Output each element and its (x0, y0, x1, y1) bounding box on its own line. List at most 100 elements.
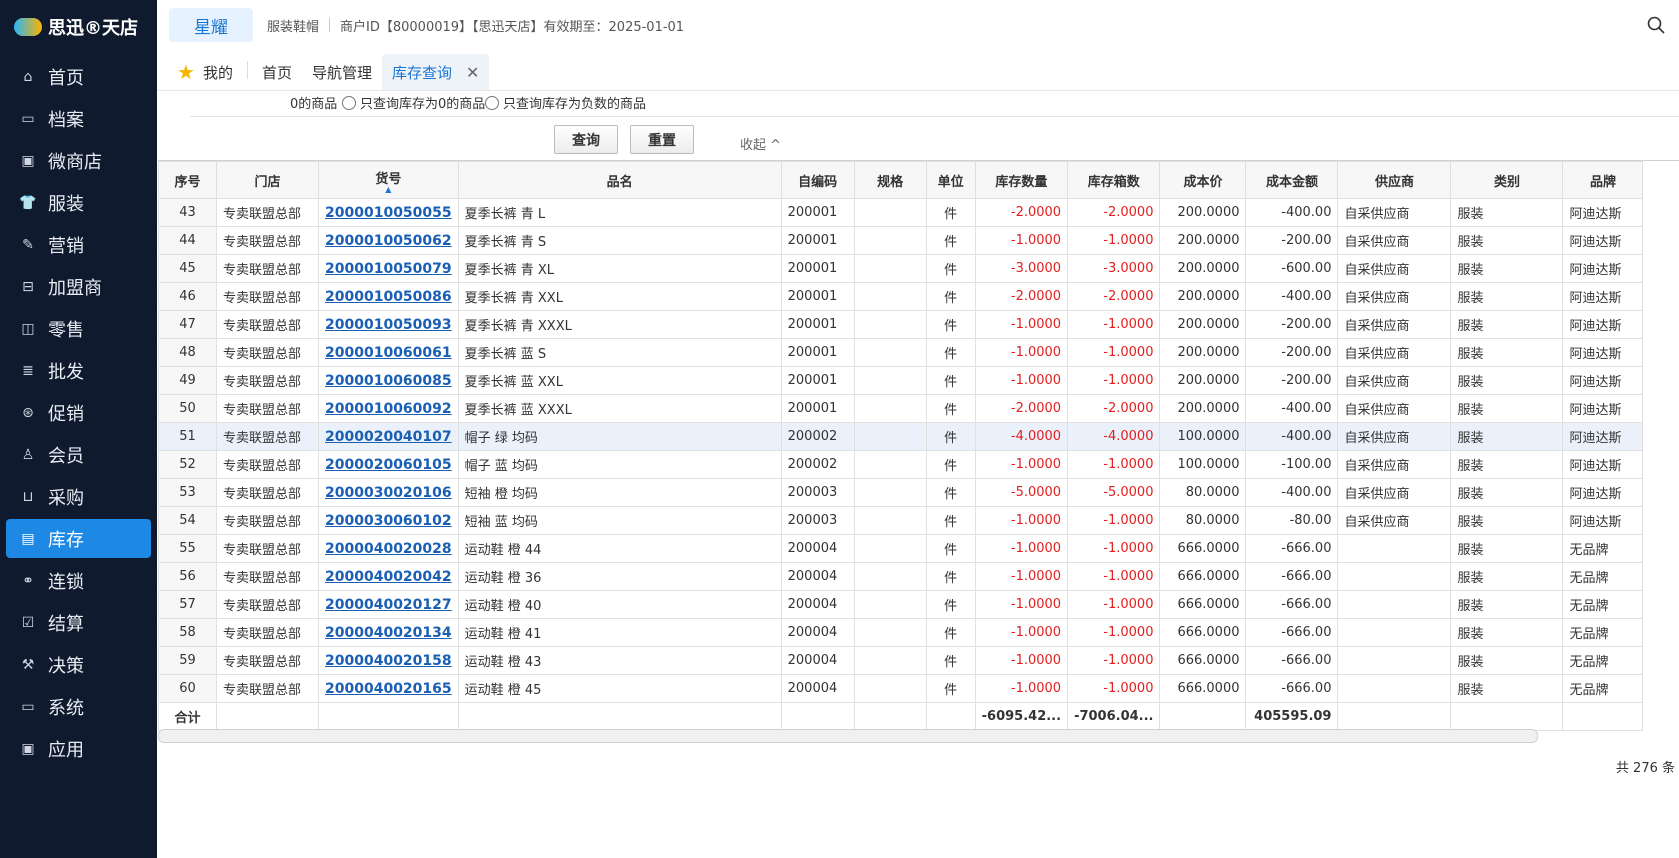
table-cell: -2.0000 (974, 282, 1069, 311)
sidebar-item-12[interactable]: ⚭ 连锁 (6, 561, 151, 600)
table-cell: -1.0000 (1067, 506, 1161, 535)
search-icon[interactable] (1647, 16, 1665, 34)
sidebar-item-16[interactable]: ▣ 应用 (6, 729, 151, 768)
column-header[interactable]: 成本价 (1159, 161, 1247, 199)
query-button[interactable]: 查询 (554, 125, 618, 154)
radio-circle-icon[interactable] (342, 95, 356, 110)
sidebar-item-7[interactable]: ≣ 批发 (6, 351, 151, 390)
column-header[interactable]: 品名 (457, 161, 782, 199)
sort-ascending-icon[interactable]: ▲ (325, 185, 452, 193)
sidebar-item-4[interactable]: ✎ 营销 (6, 225, 151, 264)
item-code-link[interactable]: 2000010050086 (318, 282, 459, 311)
item-code-link[interactable]: 2000010050093 (318, 310, 459, 339)
column-header[interactable]: 库存数量 (974, 161, 1069, 199)
table-row[interactable]: 58 专卖联盟总部 2000040020134 运动鞋 橙 41 200004 件 -1.0… (158, 618, 1644, 647)
table-row[interactable]: 51 专卖联盟总部 2000020040107 帽子 绿 均码 200002 件 -4.00… (158, 422, 1644, 451)
item-code-link[interactable]: 2000010060061 (318, 338, 459, 367)
item-code-link[interactable]: 2000010050055 (318, 198, 459, 227)
table-row[interactable]: 54 专卖联盟总部 2000030060102 短袖 蓝 均码 200003 件 -1.00… (158, 506, 1644, 535)
table-cell: 53 (158, 478, 217, 507)
column-header[interactable]: 品牌 (1562, 161, 1644, 199)
table-row[interactable]: 48 专卖联盟总部 2000010060061 夏季长裤 蓝 S 200001 件 -1.0… (158, 338, 1644, 367)
column-header[interactable]: 库存箱数 (1067, 161, 1161, 199)
column-header[interactable]: 成本金额 (1245, 161, 1339, 199)
item-code-link[interactable]: 2000040020127 (318, 590, 459, 619)
table-row[interactable]: 60 专卖联盟总部 2000040020165 运动鞋 橙 45 200004 件 -1.0… (158, 674, 1644, 703)
table-row[interactable]: 59 专卖联盟总部 2000040020158 运动鞋 橙 43 200004 件 -1.0… (158, 646, 1644, 675)
total-cell: 405595.09 (1245, 702, 1339, 731)
table-cell: -1.0000 (974, 562, 1069, 591)
radio-negative-stock[interactable]: 只查询库存为负数的商品 (485, 93, 646, 112)
column-header[interactable]: 货号 ▲ (318, 161, 459, 199)
sidebar-item-13[interactable]: ☑ 结算 (6, 603, 151, 642)
sidebar-item-15[interactable]: ▭ 系统 (6, 687, 151, 726)
horizontal-scrollbar[interactable] (158, 729, 1538, 743)
table-cell: 服装 (1450, 562, 1564, 591)
table-row[interactable]: 43 专卖联盟总部 2000010050055 夏季长裤 青 L 200001 件 -2.0… (158, 198, 1644, 227)
sidebar-item-9[interactable]: ♙ 会员 (6, 435, 151, 474)
item-code-link[interactable]: 2000040020134 (318, 618, 459, 647)
sidebar-item-label: 营销 (48, 235, 84, 257)
table-row[interactable]: 47 专卖联盟总部 2000010050093 夏季长裤 青 XXXL 200001 件 -… (158, 310, 1644, 339)
table-row[interactable]: 50 专卖联盟总部 2000010060092 夏季长裤 蓝 XXXL 200001 件 -… (158, 394, 1644, 423)
column-header[interactable]: 序号 (158, 161, 217, 199)
table-row[interactable]: 45 专卖联盟总部 2000010050079 夏季长裤 青 XL 200001 件 -3.… (158, 254, 1644, 283)
sidebar-item-10[interactable]: ⊔ 采购 (6, 477, 151, 516)
column-header-label: 库存数量 (995, 174, 1048, 190)
table-row[interactable]: 57 专卖联盟总部 2000040020127 运动鞋 橙 40 200004 件 -1.0… (158, 590, 1644, 619)
sidebar-item-6[interactable]: ◫ 零售 (6, 309, 151, 348)
item-code-link[interactable]: 2000010060085 (318, 366, 459, 395)
table-cell: 专卖联盟总部 (216, 282, 319, 311)
table-row[interactable]: 49 专卖联盟总部 2000010060085 夏季长裤 蓝 XXL 200001 件 -1… (158, 366, 1644, 395)
table-row[interactable]: 52 专卖联盟总部 2000020060105 帽子 蓝 均码 200002 件 -1.00… (158, 450, 1644, 479)
table-row[interactable]: 56 专卖联盟总部 2000040020042 运动鞋 橙 36 200004 件 -1.0… (158, 562, 1644, 591)
item-code-link[interactable]: 2000040020165 (318, 674, 459, 703)
table-cell: 200.0000 (1159, 366, 1247, 395)
sidebar-item-14[interactable]: ⚒ 决策 (6, 645, 151, 684)
item-code-link[interactable]: 2000040020042 (318, 562, 459, 591)
column-header[interactable]: 规格 (853, 161, 927, 199)
item-code-link[interactable]: 2000020040107 (318, 422, 459, 451)
column-header[interactable]: 类别 (1450, 161, 1564, 199)
collapse-toggle[interactable]: 收起 ^ (740, 134, 781, 153)
table-cell: 自采供应商 (1337, 366, 1452, 395)
sidebar-item-label: 系统 (48, 697, 84, 719)
item-code-link[interactable]: 2000030020106 (318, 478, 459, 507)
table-row[interactable]: 55 专卖联盟总部 2000040020028 运动鞋 橙 44 200004 件 -1.0… (158, 534, 1644, 563)
table-row[interactable]: 53 专卖联盟总部 2000030020106 短袖 橙 均码 200003 件 -5.00… (158, 478, 1644, 507)
tab-mine[interactable]: ★ 我的 (157, 54, 243, 90)
box-icon: ≣ (22, 362, 34, 379)
sidebar-item-8[interactable]: ⊛ 促销 (6, 393, 151, 432)
table-row[interactable]: 44 专卖联盟总部 2000010050062 夏季长裤 青 S 200001 件 -1.0… (158, 226, 1644, 255)
sidebar-item-1[interactable]: ▭ 档案 (6, 99, 151, 138)
tab-nav-management[interactable]: 导航管理 (302, 54, 382, 90)
table-cell (1337, 590, 1452, 619)
table-cell: -1.0000 (1067, 450, 1161, 479)
tab-home[interactable]: 首页 (252, 54, 302, 90)
item-code-link[interactable]: 2000020060105 (318, 450, 459, 479)
item-code-link[interactable]: 2000040020028 (318, 534, 459, 563)
sidebar-item-11[interactable]: ▤ 库存 (6, 519, 151, 558)
table-row[interactable]: 46 专卖联盟总部 2000010050086 夏季长裤 青 XXL 200001 件 -2… (158, 282, 1644, 311)
column-header[interactable]: 单位 (925, 161, 976, 199)
sidebar-item-5[interactable]: ⊟ 加盟商 (6, 267, 151, 306)
item-code-link[interactable]: 2000010050062 (318, 226, 459, 255)
item-code-link[interactable]: 2000010060092 (318, 394, 459, 423)
item-code-link[interactable]: 2000030060102 (318, 506, 459, 535)
item-code-link[interactable]: 2000010050079 (318, 254, 459, 283)
sidebar-item-0[interactable]: ⌂ 首页 (6, 57, 151, 96)
column-header[interactable]: 门店 (216, 161, 319, 199)
sidebar-item-3[interactable]: 👕 服装 (6, 183, 151, 222)
reset-button[interactable]: 重置 (630, 125, 694, 154)
item-code-link[interactable]: 2000040020158 (318, 646, 459, 675)
table-cell: 夏季长裤 青 XXXL (457, 310, 782, 339)
column-header[interactable]: 供应商 (1337, 161, 1452, 199)
close-icon[interactable]: ✕ (466, 63, 479, 82)
tab-inventory-query[interactable]: 库存查询 ✕ (381, 54, 490, 90)
radio-circle-icon[interactable] (485, 95, 499, 110)
table-cell (853, 282, 927, 311)
sidebar-item-2[interactable]: ▣ 微商店 (6, 141, 151, 180)
radio-zero-stock[interactable]: 只查询库存为0的商品 (342, 93, 485, 112)
brand-chip[interactable]: 星耀 (169, 8, 253, 42)
column-header[interactable]: 自编码 (780, 161, 855, 199)
